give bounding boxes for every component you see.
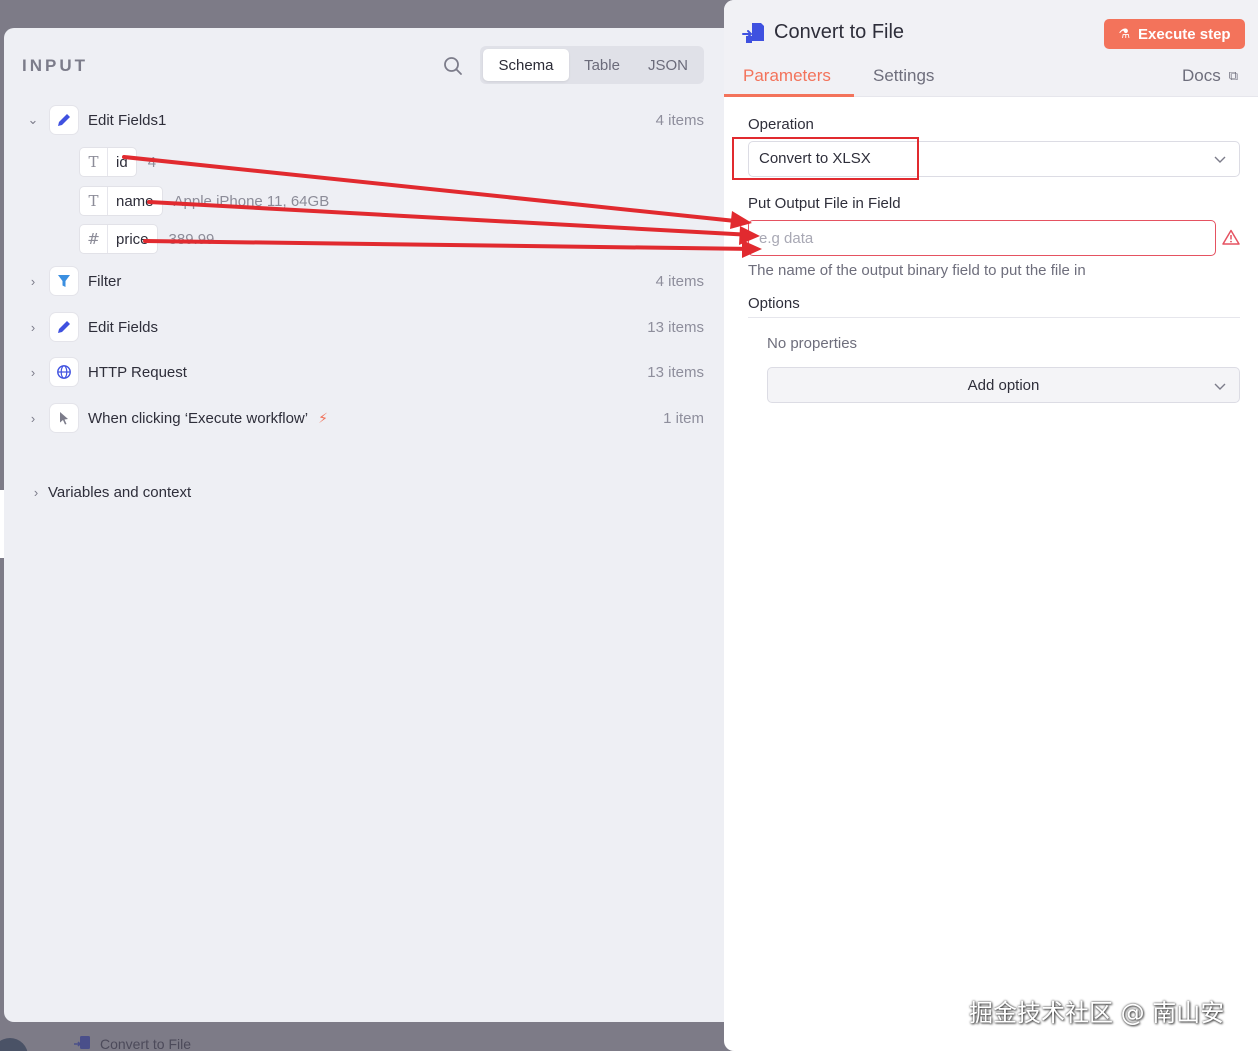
field-row-id: T id 4: [80, 148, 156, 176]
add-option-dropdown[interactable]: Add option: [767, 367, 1240, 403]
node-settings-panel: Convert to File ⚗ Execute step Parameter…: [724, 0, 1258, 1051]
item-count: 13 items: [647, 318, 704, 336]
node-row-manual-trigger[interactable]: › When clicking ‘Execute workflow’ ⚡ 1 i…: [22, 403, 704, 433]
warning-icon: [1222, 229, 1240, 245]
field-value: Apple iPhone 11, 64GB: [173, 192, 330, 210]
node-panel-header: Convert to File ⚗ Execute step Parameter…: [724, 0, 1258, 97]
chevron-right-icon: ›: [30, 319, 36, 335]
operation-label: Operation: [748, 116, 814, 133]
pencil-icon: [50, 106, 78, 134]
node-label: Edit Fields: [88, 318, 159, 336]
tab-table[interactable]: Table: [569, 49, 635, 81]
field-pill-id[interactable]: T id: [80, 148, 136, 176]
funnel-icon: [50, 267, 78, 295]
view-mode-toggle: Schema Table JSON: [480, 46, 704, 84]
docs-label: Docs: [1182, 66, 1221, 85]
file-convert-icon: [742, 23, 764, 43]
node-label: Filter: [88, 272, 122, 290]
options-label: Options: [748, 295, 800, 312]
no-properties-text: No properties: [767, 335, 858, 352]
search-icon[interactable]: [442, 55, 464, 77]
number-type-icon: #: [80, 225, 108, 253]
flask-icon: ⚗: [1118, 26, 1131, 41]
output-field-label: Put Output File in Field: [748, 195, 901, 212]
string-type-icon: T: [80, 148, 108, 176]
pencil-icon: [50, 313, 78, 341]
field-value: 389.99: [168, 230, 215, 248]
tab-schema[interactable]: Schema: [483, 49, 569, 81]
annotation-highlight-box: [732, 137, 919, 180]
chevron-right-icon: ›: [30, 410, 36, 426]
input-panel: INPUT Schema Table JSON ⌄ Edit Fields1 4…: [4, 28, 724, 1022]
item-count: 4 items: [655, 111, 704, 129]
execute-step-button[interactable]: ⚗ Execute step: [1104, 19, 1245, 49]
cursor-icon: [50, 404, 78, 432]
canvas-node-label[interactable]: Convert to File: [100, 1036, 191, 1051]
field-pill-price[interactable]: # price: [80, 225, 157, 253]
node-label: Edit Fields1: [88, 111, 167, 129]
lightning-icon: ⚡: [318, 409, 328, 426]
field-name: name: [116, 192, 154, 210]
field-value: 4: [147, 153, 157, 171]
item-count: 13 items: [647, 363, 704, 381]
docs-link[interactable]: Docs ⧉: [1182, 66, 1238, 86]
node-label: When clicking ‘Execute workflow’ ⚡: [88, 410, 328, 427]
chevron-right-icon: ›: [30, 364, 36, 380]
tab-settings[interactable]: Settings: [873, 66, 934, 86]
watermark: 掘金技术社区 @ 南山安: [969, 999, 1225, 1027]
field-name: id: [116, 153, 128, 171]
tab-parameters[interactable]: Parameters: [743, 66, 831, 86]
field-row-price: # price 389.99: [80, 225, 214, 253]
item-count: 1 item: [663, 409, 704, 427]
node-row-filter[interactable]: › Filter 4 items: [22, 266, 704, 296]
field-name: price: [116, 230, 149, 248]
file-convert-icon: [74, 1036, 90, 1049]
node-label-text: When clicking ‘Execute workflow’: [88, 409, 309, 427]
active-tab-underline: [724, 94, 854, 97]
execute-step-label: Execute step: [1138, 25, 1231, 43]
variables-and-context[interactable]: › Variables and context: [28, 478, 191, 506]
tab-json[interactable]: JSON: [635, 49, 701, 81]
canvas-background: [0, 0, 724, 30]
options-divider: [748, 317, 1240, 318]
node-title: Convert to File: [774, 21, 905, 43]
node-label: HTTP Request: [88, 363, 187, 381]
output-field-hint: The name of the output binary field to p…: [748, 262, 1086, 279]
output-field-input[interactable]: [748, 220, 1216, 256]
input-title: INPUT: [22, 56, 88, 75]
variables-label: Variables and context: [48, 483, 192, 501]
chevron-right-icon: ›: [30, 273, 36, 289]
add-option-label: Add option: [967, 377, 1040, 394]
chevron-down-icon: [1214, 156, 1226, 163]
string-type-icon: T: [80, 187, 108, 215]
field-pill-name[interactable]: T name: [80, 187, 162, 215]
chevron-down-icon: ⌄: [27, 112, 39, 127]
external-link-icon: ⧉: [1228, 68, 1239, 83]
field-row-name: T name Apple iPhone 11, 64GB: [80, 187, 329, 215]
globe-icon: [50, 358, 78, 386]
node-row-edit-fields[interactable]: › Edit Fields 13 items: [22, 312, 704, 342]
node-row-http-request[interactable]: › HTTP Request 13 items: [22, 357, 704, 387]
chevron-right-icon: ›: [33, 484, 39, 500]
item-count: 4 items: [655, 272, 704, 290]
chevron-down-icon: [1214, 383, 1226, 390]
node-row-edit-fields1[interactable]: ⌄ Edit Fields1 4 items: [22, 105, 704, 135]
